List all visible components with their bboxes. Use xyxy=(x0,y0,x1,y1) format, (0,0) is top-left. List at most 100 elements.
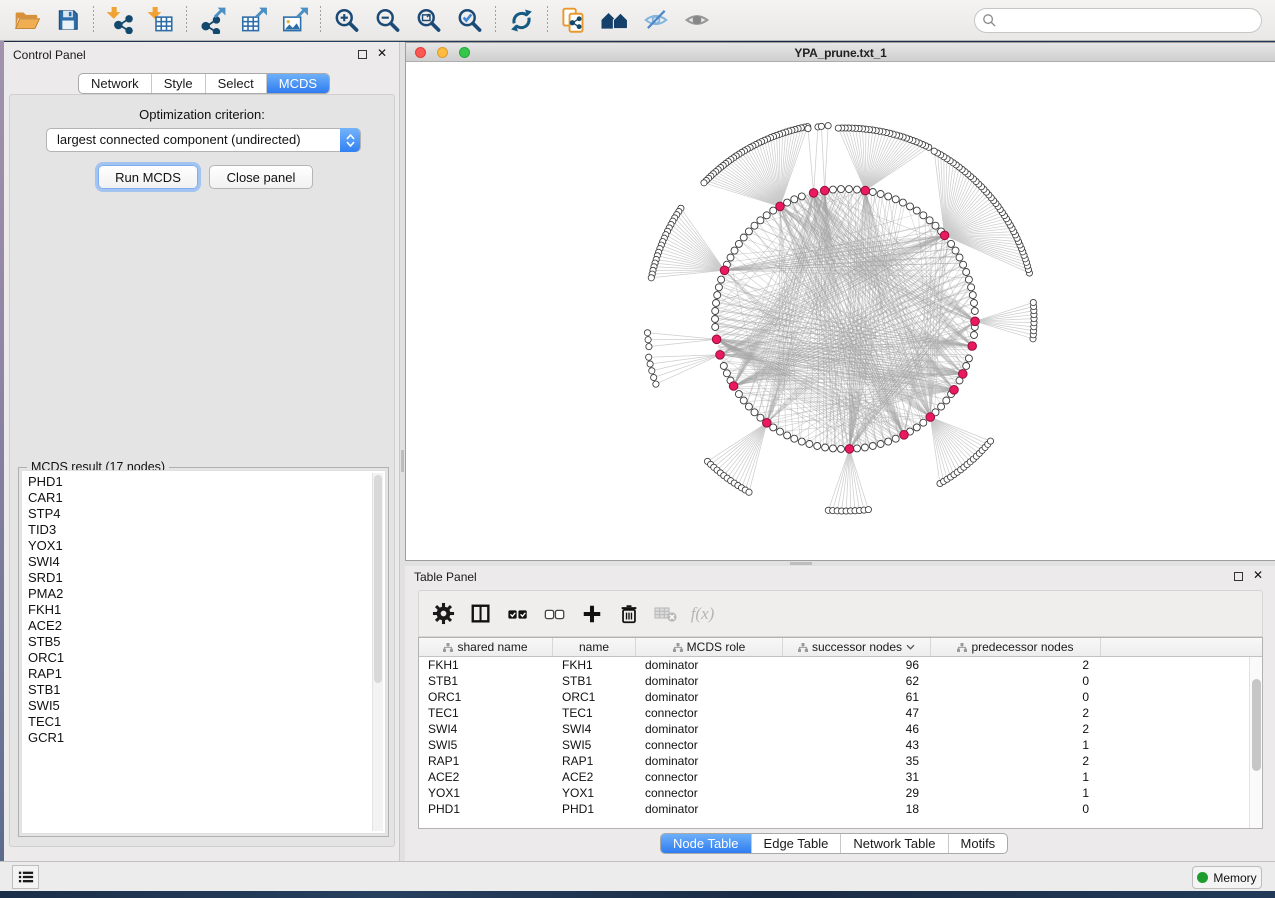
mcds-result-item[interactable]: STB5 xyxy=(28,634,385,650)
mcds-result-item[interactable]: ORC1 xyxy=(28,650,385,666)
table-row[interactable]: FKH1FKH1dominator962 xyxy=(419,657,1262,673)
mcds-result-item[interactable]: PHD1 xyxy=(28,474,385,490)
column-header-shared-name[interactable]: shared name xyxy=(419,638,553,656)
apply-layout-button[interactable] xyxy=(501,2,542,38)
mcds-result-item[interactable]: STP4 xyxy=(28,506,385,522)
table-cell: dominator xyxy=(636,754,783,768)
table-row[interactable]: PHD1PHD1dominator180 xyxy=(419,801,1262,817)
table-cell: 43 xyxy=(783,738,931,752)
run-mcds-button[interactable]: Run MCDS xyxy=(98,165,198,189)
export-table-button[interactable] xyxy=(233,2,274,38)
zoom-out-button[interactable] xyxy=(367,2,408,38)
tab-mcds[interactable]: MCDS xyxy=(266,74,329,93)
mcds-result-item[interactable]: STB1 xyxy=(28,682,385,698)
delete-column-button[interactable] xyxy=(613,596,644,632)
column-header-filler xyxy=(1101,638,1262,656)
table-row[interactable]: RAP1RAP1dominator352 xyxy=(419,753,1262,769)
network-view[interactable] xyxy=(406,62,1274,560)
table-cell: dominator xyxy=(636,802,783,816)
task-history-button[interactable] xyxy=(12,865,39,889)
table-cell: 18 xyxy=(783,802,931,816)
import-table-button[interactable] xyxy=(140,2,181,38)
table-cell: 62 xyxy=(783,674,931,688)
float-panel-icon[interactable] xyxy=(358,50,367,59)
network-window-titlebar[interactable]: YPA_prune.txt_1 xyxy=(406,43,1275,62)
mcds-result-item[interactable]: CAR1 xyxy=(28,490,385,506)
column-header-predecessor-nodes[interactable]: predecessor nodes xyxy=(931,638,1101,656)
add-column-button[interactable] xyxy=(576,596,607,632)
table-float-panel-icon[interactable] xyxy=(1234,572,1243,581)
hide-selected-button[interactable] xyxy=(635,2,676,38)
optimization-criterion-select[interactable]: largest connected component (undirected) xyxy=(46,128,361,152)
network-window-title: YPA_prune.txt_1 xyxy=(406,46,1275,60)
mcds-result-item[interactable]: SWI4 xyxy=(28,554,385,570)
node-table: shared namenameMCDS rolesuccessor nodesp… xyxy=(418,637,1263,829)
first-neighbors-button[interactable] xyxy=(594,2,635,38)
tab-style[interactable]: Style xyxy=(151,74,205,93)
show-columns-button[interactable] xyxy=(465,596,496,632)
status-bar: Memory xyxy=(0,861,1275,891)
mcds-result-item[interactable]: RAP1 xyxy=(28,666,385,682)
select-all-button[interactable] xyxy=(502,596,533,632)
mcds-result-item[interactable]: ACE2 xyxy=(28,618,385,634)
zoom-in-button[interactable] xyxy=(326,2,367,38)
column-header-successor-nodes[interactable]: successor nodes xyxy=(783,638,931,656)
optimization-criterion-label: Optimization criterion: xyxy=(10,107,394,122)
table-cell: 2 xyxy=(931,754,1101,768)
optimization-criterion-value: largest connected component (undirected) xyxy=(57,132,301,147)
mcds-result-item[interactable]: TEC1 xyxy=(28,714,385,730)
open-file-button[interactable] xyxy=(6,2,47,38)
function-builder-icon: f(x) xyxy=(691,604,715,624)
mcds-result-scrollbar[interactable] xyxy=(372,473,383,831)
tab-network-table[interactable]: Network Table xyxy=(840,834,947,853)
export-image-button[interactable] xyxy=(274,2,315,38)
save-session-button[interactable] xyxy=(47,2,88,38)
search-input[interactable] xyxy=(974,8,1262,33)
toolbar-separator xyxy=(93,6,94,34)
table-row[interactable]: ORC1ORC1dominator610 xyxy=(419,689,1262,705)
close-panel-button[interactable]: Close panel xyxy=(209,165,313,189)
table-row[interactable]: TEC1TEC1connector472 xyxy=(419,705,1262,721)
mcds-result-item[interactable]: YOX1 xyxy=(28,538,385,554)
show-all-button[interactable] xyxy=(676,2,717,38)
network-canvas-svg xyxy=(406,62,1274,560)
import-network-button[interactable] xyxy=(99,2,140,38)
main-toolbar-buttons xyxy=(6,2,717,38)
table-row[interactable]: SWI4SWI4dominator462 xyxy=(419,721,1262,737)
mcds-result-list: PHD1CAR1STP4TID3YOX1SWI4SRD1PMA2FKH1ACE2… xyxy=(21,470,386,834)
search-icon xyxy=(982,13,997,28)
mcds-result-item[interactable]: PMA2 xyxy=(28,586,385,602)
mcds-result-item[interactable]: GCR1 xyxy=(28,730,385,746)
tab-network[interactable]: Network xyxy=(79,74,151,93)
mcds-tab-content: Optimization criterion: largest connecte… xyxy=(9,94,395,847)
mcds-result-item[interactable]: SRD1 xyxy=(28,570,385,586)
table-cell: RAP1 xyxy=(419,754,553,768)
table-scrollbar[interactable] xyxy=(1249,657,1262,828)
network-from-selection-button[interactable] xyxy=(553,2,594,38)
deselect-all-button[interactable] xyxy=(539,596,570,632)
table-row[interactable]: YOX1YOX1connector291 xyxy=(419,785,1262,801)
table-row[interactable]: STB1STB1dominator620 xyxy=(419,673,1262,689)
column-header-name[interactable]: name xyxy=(553,638,636,656)
table-row[interactable]: ACE2ACE2connector311 xyxy=(419,769,1262,785)
tab-edge-table[interactable]: Edge Table xyxy=(751,834,841,853)
export-network-button[interactable] xyxy=(192,2,233,38)
toolbar-separator xyxy=(495,6,496,34)
zoom-fit-button[interactable] xyxy=(408,2,449,38)
table-cell: ORC1 xyxy=(419,690,553,704)
toolbar-separator xyxy=(186,6,187,34)
memory-button[interactable]: Memory xyxy=(1192,866,1262,889)
column-header-MCDS-role[interactable]: MCDS role xyxy=(636,638,783,656)
table-row[interactable]: SWI5SWI5connector431 xyxy=(419,737,1262,753)
tab-node-table[interactable]: Node Table xyxy=(661,834,751,853)
table-close-panel-icon[interactable]: ✕ xyxy=(1253,568,1263,582)
zoom-selected-button[interactable] xyxy=(449,2,490,38)
tab-select[interactable]: Select xyxy=(205,74,266,93)
table-cell: connector xyxy=(636,786,783,800)
table-settings-button[interactable] xyxy=(428,596,459,632)
close-panel-icon[interactable]: ✕ xyxy=(377,46,387,60)
mcds-result-item[interactable]: SWI5 xyxy=(28,698,385,714)
tab-motifs[interactable]: Motifs xyxy=(948,834,1008,853)
mcds-result-item[interactable]: TID3 xyxy=(28,522,385,538)
mcds-result-item[interactable]: FKH1 xyxy=(28,602,385,618)
